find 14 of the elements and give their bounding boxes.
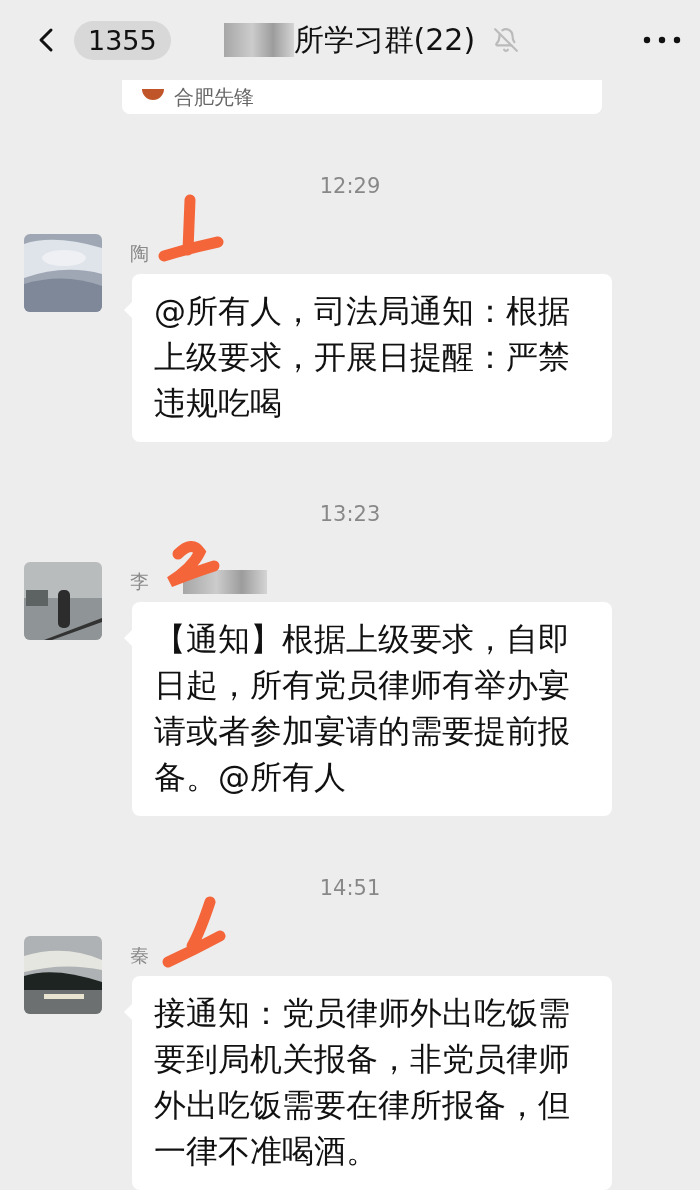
chat-title: 所学习群(22) bbox=[293, 20, 476, 59]
sender-name: 陶 bbox=[130, 241, 149, 266]
shared-card[interactable]: 合肥先锋 bbox=[122, 80, 602, 114]
more-icon[interactable] bbox=[642, 35, 682, 45]
sender-name: 李 bbox=[130, 569, 149, 594]
sender-name: 秦 bbox=[130, 943, 149, 968]
card-source: 合肥先锋 bbox=[174, 83, 254, 111]
unread-count-badge: 1355 bbox=[74, 20, 171, 60]
timestamp: 13:23 bbox=[318, 502, 382, 526]
timestamp: 12:29 bbox=[318, 174, 382, 198]
message-bubble: @所有人，司法局通知：根据上级要求，开展日提醒：严禁违规吃喝 bbox=[132, 274, 612, 442]
timestamp: 14:51 bbox=[318, 876, 382, 900]
message-bubble: 【通知】根据上级要求，自即日起，所有党员律师有举办宴请或者参加宴请的需要提前报备。@所有人 bbox=[132, 602, 612, 816]
message-bubble: 接通知：党员律师外出吃饭需要到局机关报备，非党员律师外出吃饭需要在律所报备，但一律不准喝酒。 bbox=[132, 976, 612, 1190]
